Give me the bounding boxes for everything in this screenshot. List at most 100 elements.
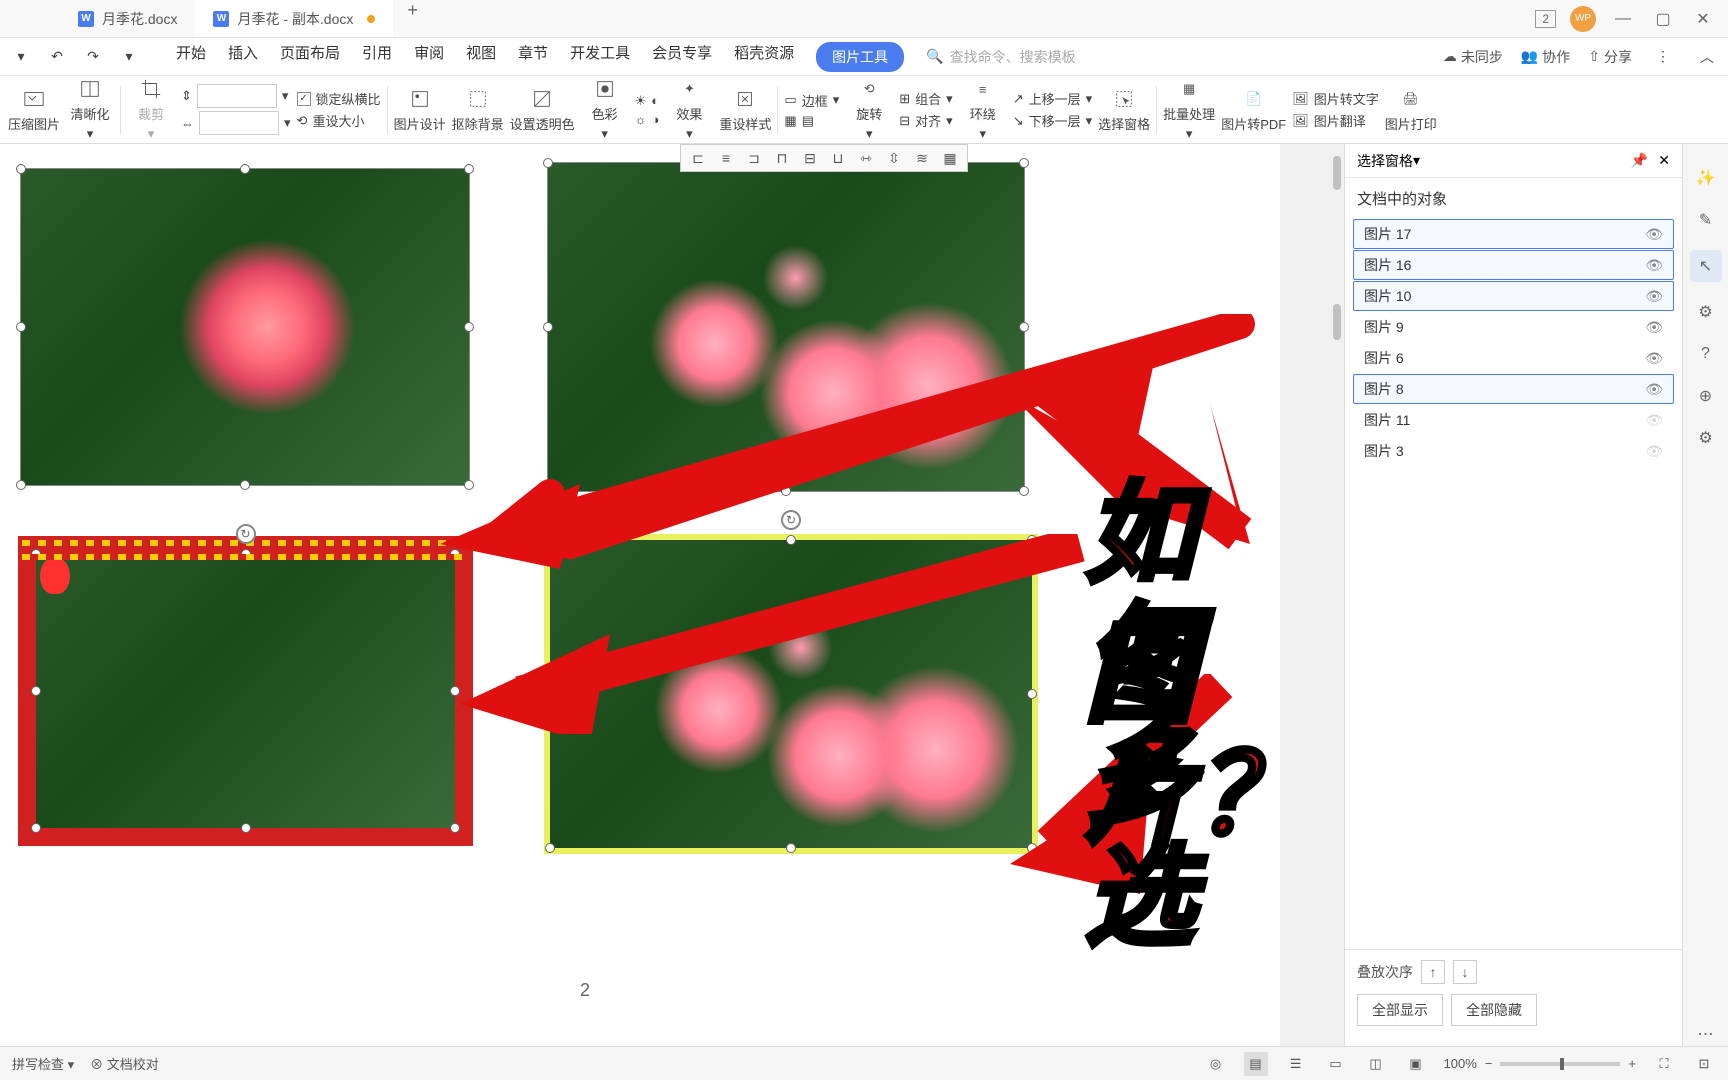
undo-icon[interactable]: ↶	[44, 44, 70, 70]
object-list-item[interactable]: 图片 17👁	[1353, 219, 1674, 249]
selected-image-4[interactable]	[544, 534, 1038, 854]
brightness-icon[interactable]: ☀	[635, 93, 647, 109]
visibility-toggle-icon[interactable]: 👁	[1645, 443, 1663, 460]
object-list-item[interactable]: 图片 16👁	[1353, 250, 1674, 280]
maximize-button[interactable]: ▢	[1650, 6, 1676, 32]
object-list-item[interactable]: 图片 9👁	[1353, 312, 1674, 342]
help-icon[interactable]: ?	[1694, 342, 1718, 366]
hide-all-button[interactable]: 全部隐藏	[1451, 994, 1537, 1026]
document-canvas[interactable]: ⊏ ≡ ⊐ ⊓ ⊟ ⊔ ⇿ ⇳ ≋ ▦	[0, 144, 1344, 1046]
reset-size-button[interactable]: ⟲重设大小	[297, 111, 381, 130]
lock-ratio-checkbox[interactable]: ✓锁定纵横比	[297, 89, 381, 108]
vertical-scrollbar[interactable]	[1330, 144, 1344, 1046]
reflection-icon[interactable]: ▤	[802, 113, 814, 129]
print-layout-icon[interactable]: ▤	[1244, 1052, 1268, 1076]
crop-button[interactable]: 裁剪▾	[127, 77, 175, 142]
visibility-toggle-icon[interactable]: 👁	[1645, 319, 1663, 336]
snap-icon[interactable]: ▦	[937, 146, 963, 170]
to-text-button[interactable]: 🖼 图片转文字	[1292, 89, 1379, 108]
selection-pane-button[interactable]: 选择窗格	[1098, 87, 1150, 133]
align-left-icon[interactable]: ⊏	[685, 146, 711, 170]
new-tab-button[interactable]: +	[393, 0, 432, 37]
compress-image-button[interactable]: 压缩图片	[8, 87, 60, 133]
align-right-icon[interactable]: ⊐	[741, 146, 767, 170]
to-pdf-button[interactable]: 📄图片转PDF	[1221, 87, 1286, 133]
align-middle-icon[interactable]: ⊟	[797, 146, 823, 170]
align-button[interactable]: ⊟ 对齐▾	[899, 111, 952, 130]
more-icon[interactable]: ⋮	[1650, 44, 1676, 70]
fullscreen-icon[interactable]: ⛶	[1652, 1052, 1676, 1076]
more-icon[interactable]: ⋯	[1694, 1022, 1718, 1046]
batch-button[interactable]: ▦批量处理▾	[1163, 77, 1215, 142]
distribute-h-icon[interactable]: ⇿	[853, 146, 879, 170]
web-layout-icon[interactable]: ◫	[1364, 1052, 1388, 1076]
menu-layout[interactable]: 页面布局	[280, 42, 340, 72]
close-button[interactable]: ✕	[1690, 6, 1716, 32]
object-list-item[interactable]: 图片 11👁	[1353, 405, 1674, 435]
menu-review[interactable]: 审阅	[414, 42, 444, 72]
fit-icon[interactable]: ⊡	[1692, 1052, 1716, 1076]
visibility-toggle-icon[interactable]: 👁	[1645, 226, 1663, 243]
share-icon[interactable]: ⊕	[1694, 384, 1718, 408]
outline-icon[interactable]: ☰	[1284, 1052, 1308, 1076]
tab-doc2[interactable]: W 月季花 - 副本.docx	[195, 0, 393, 37]
sync-status[interactable]: ☁ 未同步	[1443, 47, 1503, 67]
menu-chapter[interactable]: 章节	[518, 42, 548, 72]
notification-badge[interactable]: 2	[1535, 10, 1556, 28]
save-icon[interactable]: ▾	[8, 44, 34, 70]
align-top-icon[interactable]: ⊓	[769, 146, 795, 170]
align-bottom-icon[interactable]: ⊔	[825, 146, 851, 170]
menu-resources[interactable]: 稻壳资源	[734, 42, 794, 72]
wrap-button[interactable]: ≡环绕▾	[959, 77, 1007, 142]
selected-image-2[interactable]	[547, 162, 1025, 492]
shadow-icon[interactable]: ▦	[784, 113, 796, 129]
minimize-button[interactable]: —	[1610, 6, 1636, 32]
print-button[interactable]: 🖨图片打印	[1385, 87, 1437, 133]
menu-start[interactable]: 开始	[176, 42, 206, 72]
share-button[interactable]: ⇧ 分享	[1588, 47, 1632, 67]
translate-button[interactable]: 🖼 图片翻译	[1292, 111, 1379, 130]
pin-icon[interactable]: 📌	[1631, 152, 1648, 169]
proofread[interactable]: ⊗ 文档校对	[90, 1054, 159, 1073]
down-layer-button[interactable]: ↘ 下移一层▾	[1013, 111, 1092, 130]
collab-button[interactable]: 👥 协作	[1521, 47, 1570, 67]
cursor-icon[interactable]: ↖	[1690, 250, 1722, 282]
brightness-down-icon[interactable]: ☼	[635, 112, 647, 127]
color-button[interactable]: 色彩▾	[581, 77, 629, 142]
visibility-toggle-icon[interactable]: 👁	[1645, 381, 1663, 398]
ai-icon[interactable]: ✨	[1694, 166, 1718, 190]
focus-mode-icon[interactable]: ◎	[1204, 1052, 1228, 1076]
height-input[interactable]	[197, 84, 277, 108]
menu-devtools[interactable]: 开发工具	[570, 42, 630, 72]
contrast-down-icon[interactable]: ◑	[652, 112, 660, 127]
equal-size-icon[interactable]: ≋	[909, 146, 935, 170]
distribute-v-icon[interactable]: ⇳	[881, 146, 907, 170]
reading-icon[interactable]: ▭	[1324, 1052, 1348, 1076]
menu-view[interactable]: 视图	[466, 42, 496, 72]
close-panel-icon[interactable]: ✕	[1658, 152, 1670, 169]
combine-button[interactable]: ⊞ 组合▾	[899, 89, 952, 108]
move-up-button[interactable]: ↑	[1421, 960, 1445, 984]
object-list-item[interactable]: 图片 6👁	[1353, 343, 1674, 373]
draft-icon[interactable]: ▣	[1404, 1052, 1428, 1076]
gear-icon[interactable]: ⚙	[1694, 426, 1718, 450]
up-layer-button[interactable]: ↗ 上移一层▾	[1013, 89, 1092, 108]
settings-icon[interactable]: ⚙	[1694, 300, 1718, 324]
pencil-icon[interactable]: ✎	[1694, 208, 1718, 232]
selected-image-3[interactable]	[18, 536, 473, 846]
show-all-button[interactable]: 全部显示	[1357, 994, 1443, 1026]
redo-icon[interactable]: ↷	[80, 44, 106, 70]
move-down-button[interactable]: ↓	[1453, 960, 1477, 984]
dropdown-icon[interactable]: ▾	[116, 44, 142, 70]
command-search[interactable]: 🔍 查找命令、搜索模板	[926, 47, 1075, 67]
object-list-item[interactable]: 图片 8👁	[1353, 374, 1674, 404]
zoom-control[interactable]: 100% − +	[1444, 1056, 1636, 1071]
zoom-in-icon[interactable]: +	[1628, 1056, 1636, 1071]
zoom-slider[interactable]	[1500, 1062, 1620, 1066]
object-list-item[interactable]: 图片 3👁	[1353, 436, 1674, 466]
collapse-ribbon-icon[interactable]: ︿	[1694, 44, 1720, 70]
selected-image-1[interactable]	[20, 168, 470, 486]
align-center-icon[interactable]: ≡	[713, 146, 739, 170]
visibility-toggle-icon[interactable]: 👁	[1645, 288, 1663, 305]
border-button[interactable]: ▭ 边框▾	[784, 91, 839, 110]
